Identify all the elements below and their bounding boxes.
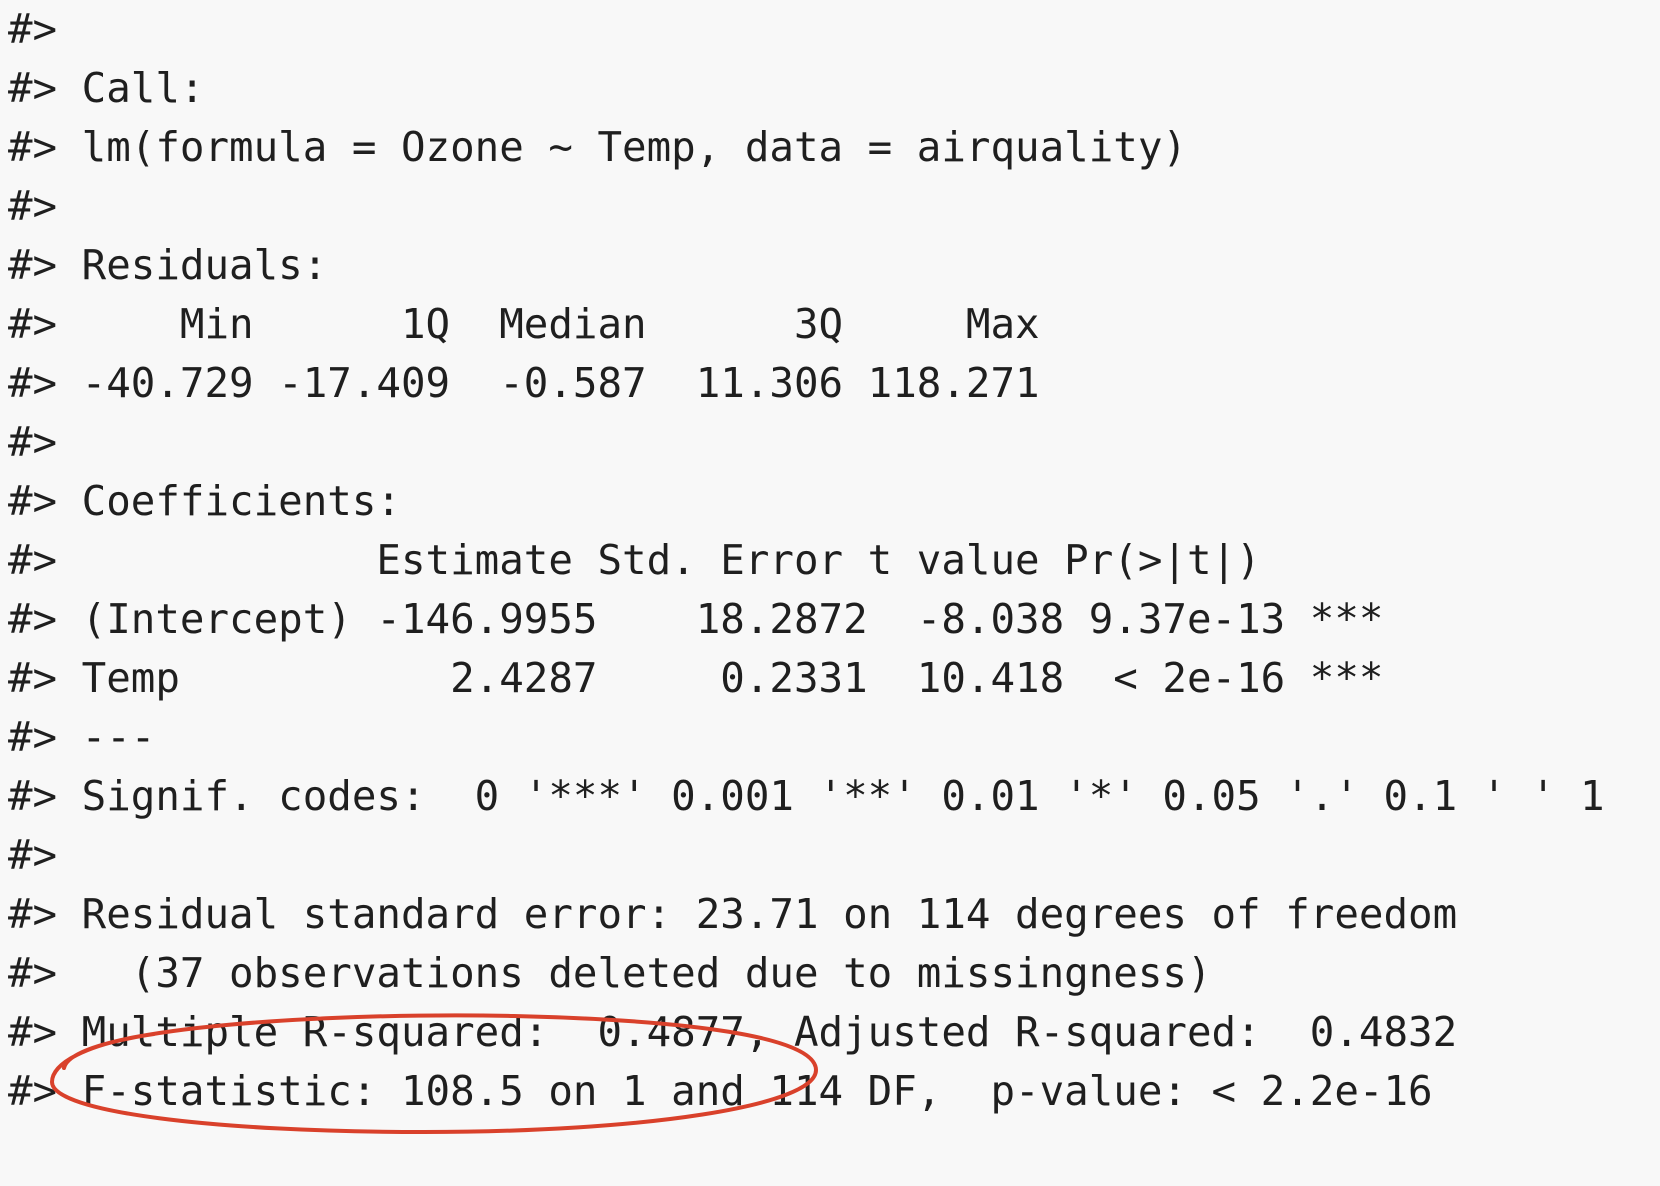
r-console-output: #> #> Call: #> lm(formula = Ozone ~ Temp, … — [8, 0, 1605, 1121]
output-line-signif-codes: #> Signif. codes: 0 '***' 0.001 '**' 0.0… — [8, 772, 1605, 820]
output-line-residuals-header: #> Residuals: — [8, 241, 328, 289]
output-line-residuals-values: #> -40.729 -17.409 -0.587 11.306 118.271 — [8, 359, 1040, 407]
output-line-call-formula: #> lm(formula = Ozone ~ Temp, data = air… — [8, 123, 1187, 171]
output-line-temp-row: #> Temp 2.4287 0.2331 10.418 < 2e-16 *** — [8, 654, 1384, 702]
output-line-residual-std-error: #> Residual standard error: 23.71 on 114… — [8, 890, 1458, 938]
output-line-residuals-labels: #> Min 1Q Median 3Q Max — [8, 300, 1040, 348]
output-line-f-statistic: #> F-statistic: 108.5 on 1 and 114 DF, p… — [8, 1067, 1433, 1115]
output-line-missing-observations: #> (37 observations deleted due to missi… — [8, 949, 1212, 997]
output-line-blank: #> — [8, 418, 58, 466]
output-line-blank: #> — [8, 5, 58, 53]
output-line-call-header: #> Call: — [8, 64, 205, 112]
output-line-intercept-row: #> (Intercept) -146.9955 18.2872 -8.038 … — [8, 595, 1384, 643]
output-line-coefficients-header: #> Coefficients: — [8, 477, 401, 525]
output-line-blank: #> — [8, 182, 58, 230]
output-line-r-squared: #> Multiple R-squared: 0.4877, Adjusted … — [8, 1008, 1458, 1056]
output-line-blank: #> — [8, 831, 58, 879]
output-line-coefficients-columns: #> Estimate Std. Error t value Pr(>|t|) — [8, 536, 1261, 584]
output-line-separator: #> --- — [8, 713, 156, 761]
